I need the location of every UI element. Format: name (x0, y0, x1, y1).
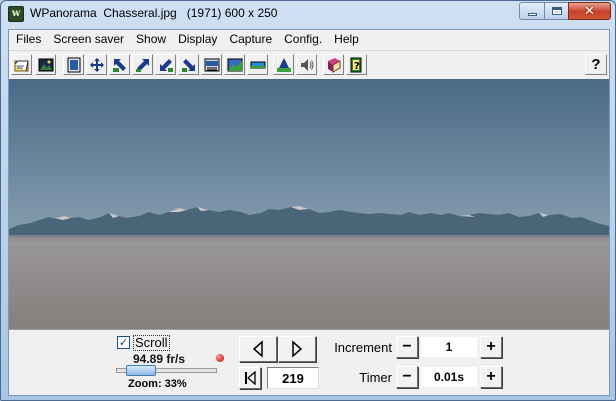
fit-window-icon (67, 57, 80, 72)
zoom-slider-thumb[interactable] (126, 365, 156, 376)
scroll-checkbox[interactable]: ✓ (117, 336, 130, 349)
maximize-icon (551, 7, 562, 15)
help-button[interactable]: ? (585, 54, 607, 75)
maximize-button[interactable] (544, 2, 569, 20)
increment-value[interactable]: 1 (421, 337, 477, 357)
svg-text:?: ? (354, 61, 360, 72)
frame-rate: 94.89 fr/s (133, 352, 186, 366)
scroll-bar-button[interactable] (201, 54, 222, 75)
pyramid-icon (276, 57, 291, 72)
plus-icon: + (486, 338, 496, 355)
increment-label: Increment (334, 340, 392, 355)
strip-icon (250, 61, 265, 68)
open-folder-button[interactable] (11, 54, 32, 75)
zoom-readout: Zoom: 33% (128, 378, 187, 390)
triangle-right-icon (292, 340, 303, 358)
move-icon (89, 57, 104, 72)
sound-button[interactable] (296, 54, 317, 75)
increment-minus-button[interactable]: − (396, 336, 418, 358)
rewind-icon (245, 371, 256, 385)
menu-files[interactable]: Files (9, 30, 47, 49)
timer-value[interactable]: 0.01s (421, 367, 477, 387)
indicator-light-icon (216, 354, 224, 362)
strip-button[interactable] (247, 54, 268, 75)
timer-label: Timer (359, 370, 392, 385)
menu-config[interactable]: Config. (278, 30, 328, 49)
book-icon (327, 57, 340, 73)
menu-screen-saver[interactable]: Screen saver (47, 30, 130, 49)
position-display: 219 (267, 367, 319, 389)
arrow-up-right-icon (135, 58, 149, 72)
timer-minus-button[interactable]: − (396, 366, 418, 388)
scroll-left-button[interactable] (239, 336, 277, 362)
app-icon[interactable]: w (8, 6, 24, 22)
minimize-icon (527, 12, 537, 16)
panorama-view[interactable] (9, 79, 609, 329)
close-icon: ✕ (584, 3, 595, 19)
arrow-down-right-button[interactable] (178, 54, 199, 75)
arrow-up-left-button[interactable] (109, 54, 130, 75)
title-bar[interactable]: w WPanorama Chasseral.jpg (1971) 600 x 2… (1, 1, 615, 27)
menu-help[interactable]: Help (328, 30, 365, 49)
open-folder-icon (14, 60, 29, 71)
arrow-down-left-icon (159, 58, 173, 72)
menu-show[interactable]: Show (130, 30, 172, 49)
app-window: w WPanorama Chasseral.jpg (1971) 600 x 2… (0, 0, 616, 401)
check-mark-icon: ✓ (118, 336, 129, 349)
menu-capture[interactable]: Capture (223, 30, 278, 49)
minus-icon: − (402, 368, 412, 385)
speaker-icon (300, 58, 313, 71)
scroll-label[interactable]: Scroll (133, 335, 170, 351)
rewind-button[interactable] (239, 367, 261, 389)
window-title: WPanorama Chasseral.jpg (1971) 600 x 250 (30, 6, 278, 20)
plus-icon: + (486, 368, 496, 385)
increment-plus-button[interactable]: + (480, 336, 502, 358)
client-area: Files Screen saver Show Display Capture … (8, 29, 610, 396)
pyramid-button[interactable] (273, 54, 294, 75)
panorama-image (9, 79, 609, 329)
minimize-button[interactable] (519, 2, 545, 20)
arrow-down-right-icon (181, 58, 195, 72)
help-icon: ? (591, 56, 601, 73)
arrow-down-left-button[interactable] (155, 54, 176, 75)
fit-window-button[interactable] (63, 54, 84, 75)
timer-plus-button[interactable]: + (480, 366, 502, 388)
menu-display[interactable]: Display (172, 30, 223, 49)
move-button[interactable] (86, 54, 107, 75)
scroll-bar-icon (204, 58, 219, 71)
arrow-up-right-button[interactable] (132, 54, 153, 75)
menu-bar: Files Screen saver Show Display Capture … (9, 30, 609, 49)
control-panel: ✓ Scroll 94.89 fr/s Zoom: 33% 219 Increm… (9, 329, 609, 395)
book-button[interactable] (323, 54, 344, 75)
picture-icon (38, 58, 53, 71)
help-book-icon: ? (350, 57, 361, 72)
scroll-right-button[interactable] (278, 336, 316, 362)
toolbar: ? ? (9, 50, 609, 77)
arrow-up-left-icon (112, 58, 126, 72)
triangle-left-icon (252, 340, 263, 358)
picture-button[interactable] (35, 54, 56, 75)
panorama-button[interactable] (224, 54, 245, 75)
panorama-icon (227, 58, 242, 71)
minus-icon: − (402, 338, 412, 355)
help-book-button[interactable]: ? (346, 54, 367, 75)
close-button[interactable]: ✕ (568, 2, 611, 20)
